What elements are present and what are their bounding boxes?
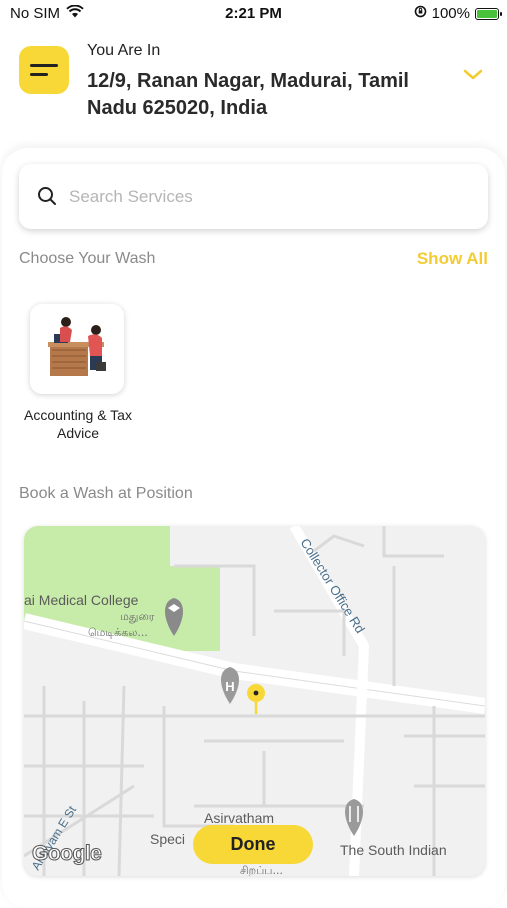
- location-label: You Are In: [87, 42, 161, 59]
- service-tile[interactable]: [30, 304, 124, 394]
- menu-button[interactable]: [19, 46, 69, 94]
- location-header: You Are In 12/9, Ranan Nagar, Madurai, T…: [0, 36, 507, 136]
- search-input[interactable]: [67, 178, 471, 216]
- service-item[interactable]: Accounting & Tax Advice: [24, 304, 132, 441]
- battery-percent: 100%: [431, 5, 470, 22]
- map-label-asirvatham: Asirvatham: [204, 810, 274, 826]
- status-bar: No SIM 2:21 PM 100%: [0, 0, 507, 28]
- search-bar[interactable]: [19, 164, 488, 229]
- accountant-illustration: [48, 317, 106, 376]
- map-label-college-ta1: மதுரை: [120, 610, 155, 623]
- map-label-south-indian: The South Indian: [340, 842, 447, 858]
- map-label-college: ai Medical College: [24, 592, 139, 608]
- service-label: Accounting & Tax Advice: [24, 407, 132, 441]
- search-icon: [37, 186, 57, 211]
- chevron-down-icon[interactable]: [462, 68, 484, 87]
- battery-icon: [475, 7, 502, 20]
- map-canvas: H ai Medical College மதுரை மெடிக்கல... C…: [24, 526, 485, 876]
- map-view[interactable]: H ai Medical College மதுரை மெடிக்கல... C…: [24, 526, 485, 876]
- position-section-title: Book a Wash at Position: [19, 485, 193, 502]
- wash-section-title: Choose Your Wash: [19, 250, 156, 267]
- map-label-speci: Speci: [150, 831, 185, 847]
- location-address[interactable]: 12/9, Ranan Nagar, Madurai, Tamil Nadu 6…: [87, 68, 447, 122]
- show-all-link[interactable]: Show All: [417, 249, 488, 269]
- map-label-tamil-bottom: சிறப்ப...: [240, 864, 283, 876]
- google-logo: Google: [31, 842, 102, 866]
- map-label-college-ta2: மெடிக்கல...: [88, 626, 148, 639]
- done-button[interactable]: Done: [193, 825, 313, 864]
- svg-text:H: H: [225, 679, 234, 694]
- orientation-lock-icon: [414, 5, 427, 22]
